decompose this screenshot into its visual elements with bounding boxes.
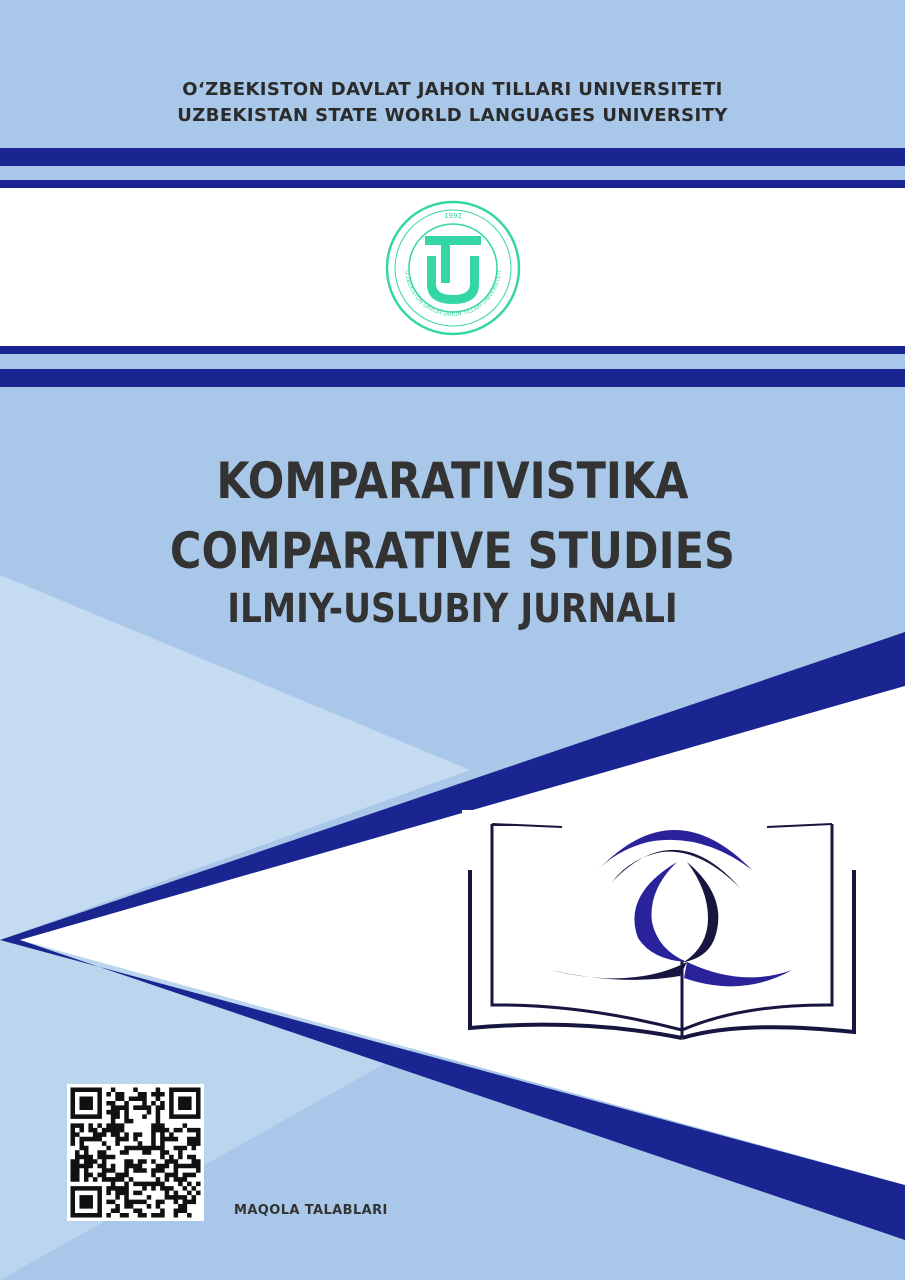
journal-title-uzbek: KOMPARATIVISTIKA — [216, 452, 689, 510]
qr-code-modules — [70, 1087, 201, 1218]
seal-year: 1992 — [444, 212, 462, 220]
university-seal-icon: 1992 O'ZBEKISTON DAVLAT JAHON TILLARI UN… — [385, 200, 521, 336]
qr-code-icon[interactable] — [67, 1084, 204, 1221]
open-book-emblem-icon — [462, 810, 862, 1045]
journal-cover: O‘ZBEKISTON DAVLAT JAHON TILLARI UNIVERS… — [0, 0, 905, 1280]
university-name-uzbek: O‘ZBEKISTON DAVLAT JAHON TILLARI UNIVERS… — [182, 79, 723, 100]
university-name-english: UZBEKISTAN STATE WORLD LANGUAGES UNIVERS… — [177, 105, 728, 126]
journal-title-english: COMPARATIVE STUDIES — [169, 522, 735, 580]
journal-subtitle: ILMIY-USLUBIY JURNALI — [227, 586, 678, 632]
article-requirements-label: MAQOLA TALABLARI — [234, 1203, 388, 1218]
